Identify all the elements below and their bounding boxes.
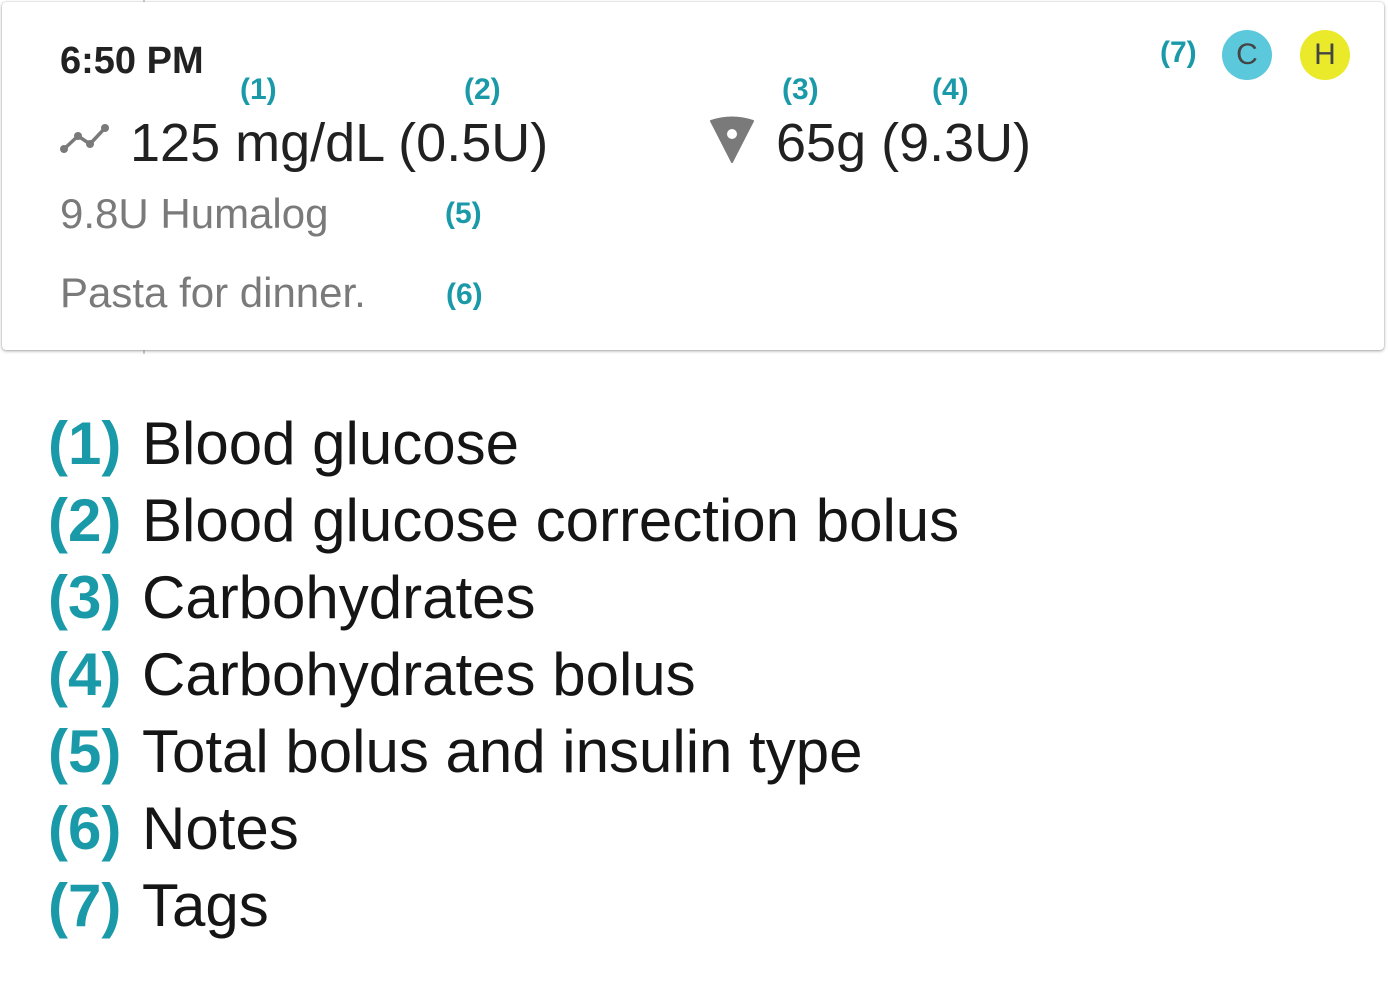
legend-label: Carbohydrates: [142, 564, 536, 631]
legend-item: (3) Carbohydrates: [48, 559, 959, 636]
tag-c-badge[interactable]: C: [1222, 30, 1272, 80]
legend-number: (1): [48, 410, 122, 477]
legend-item: (1) Blood glucose: [48, 405, 959, 482]
trend-line-icon: [59, 120, 113, 161]
glucose-reading: 125 mg/dL (0.5U): [130, 113, 549, 173]
callout-2: (2): [464, 73, 501, 106]
legend-list: (1) Blood glucose (2) Blood glucose corr…: [48, 405, 959, 944]
legend-item: (6) Notes: [48, 790, 959, 867]
legend-number: (6): [48, 795, 122, 862]
callout-5: (5): [445, 197, 482, 230]
legend-item: (2) Blood glucose correction bolus: [48, 482, 959, 559]
callout-4: (4): [932, 73, 969, 106]
tag-h-badge[interactable]: H: [1300, 30, 1350, 80]
legend-item: (7) Tags: [48, 867, 959, 944]
callout-6: (6): [446, 278, 483, 311]
legend-label: Total bolus and insulin type: [142, 718, 863, 785]
legend-label: Blood glucose correction bolus: [142, 487, 960, 554]
entry-notes: Pasta for dinner.: [60, 269, 366, 316]
legend-label: Carbohydrates bolus: [142, 641, 696, 708]
callout-7: (7): [1160, 36, 1197, 69]
legend-number: (5): [48, 718, 122, 785]
legend-label: Blood glucose: [142, 410, 519, 477]
legend-number: (4): [48, 641, 122, 708]
legend-item: (5) Total bolus and insulin type: [48, 713, 959, 790]
legend-number: (7): [48, 872, 122, 939]
legend-number: (3): [48, 564, 122, 631]
carbs-reading: 65g (9.3U): [776, 113, 1032, 173]
insulin-total: 9.8U Humalog: [60, 190, 329, 237]
log-entry-card[interactable]: 6:50 PM (1) (2) (3) (4) (5) (6) (7) 125 …: [2, 2, 1384, 350]
legend-number: (2): [48, 487, 122, 554]
legend-label: Notes: [142, 795, 299, 862]
callout-1: (1): [240, 73, 277, 106]
legend-label: Tags: [142, 872, 269, 939]
pizza-slice-icon: [708, 115, 756, 170]
legend-item: (4) Carbohydrates bolus: [48, 636, 959, 713]
callout-3: (3): [782, 73, 819, 106]
entry-time: 6:50 PM: [60, 40, 204, 82]
